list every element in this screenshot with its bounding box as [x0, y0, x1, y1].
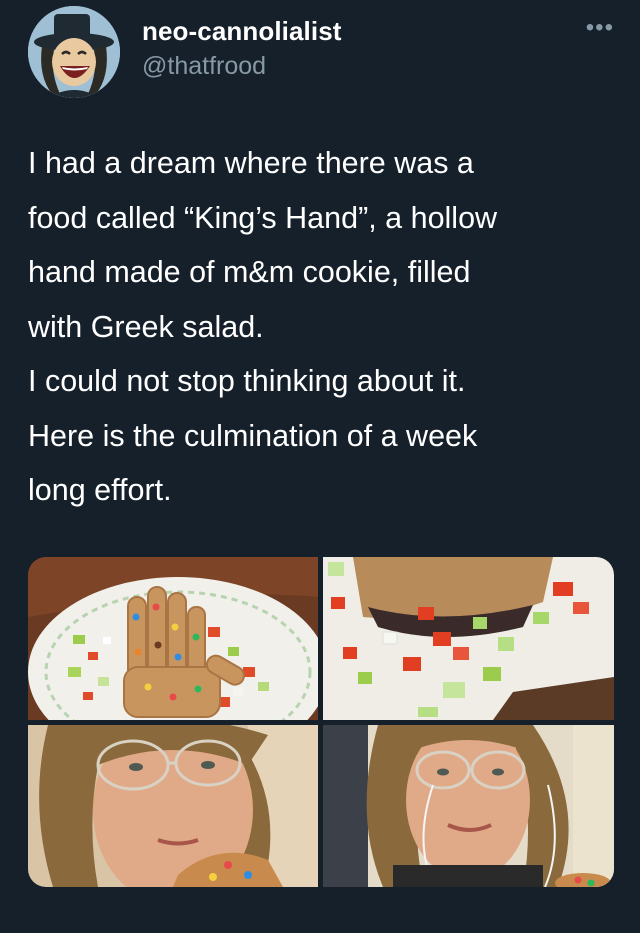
tweet: neo-cannolialist @thatfrood ••• I had a …: [0, 0, 640, 933]
more-horizontal-icon[interactable]: •••: [586, 16, 614, 40]
tweet-text-line: I could not stop thinking about it.: [28, 364, 466, 398]
photo-person-eating[interactable]: [28, 725, 318, 887]
photo-cookie-salad-closeup[interactable]: [323, 557, 614, 720]
tweet-text-line: hand made of m&m cookie, filled: [28, 255, 471, 289]
photo-person-smiling[interactable]: [323, 725, 614, 887]
media-grid: [28, 557, 614, 887]
tweet-text: I had a dream where there was a food cal…: [28, 136, 618, 518]
tweet-text-line: Here is the culmination of a week: [28, 418, 478, 453]
user-handle[interactable]: @thatfrood: [142, 52, 266, 81]
tweet-text-line: food called “King’s Hand”, a hollow: [28, 200, 498, 235]
photo-cookie-hand-plate[interactable]: [28, 557, 318, 720]
tweet-text-line: I had a dream where there was a: [28, 146, 474, 180]
display-name[interactable]: neo-cannolialist: [142, 16, 342, 47]
tweet-text-line: long effort.: [28, 473, 172, 507]
avatar[interactable]: [28, 6, 120, 98]
tweet-text-line: with Greek salad.: [28, 309, 264, 344]
